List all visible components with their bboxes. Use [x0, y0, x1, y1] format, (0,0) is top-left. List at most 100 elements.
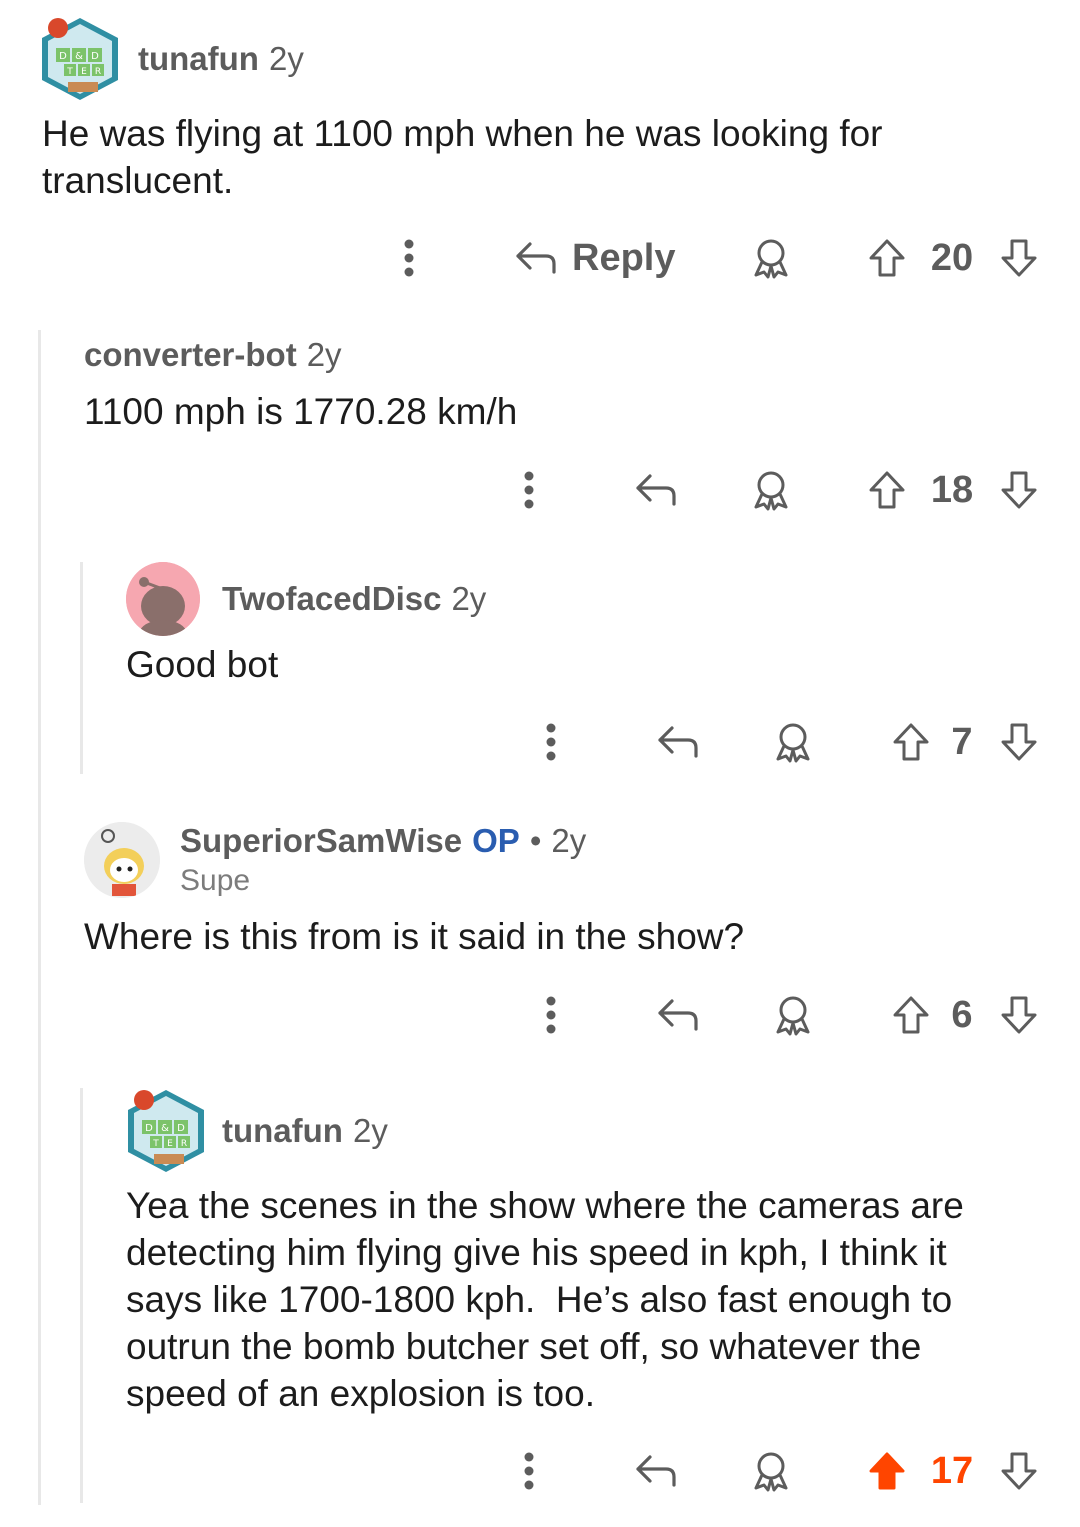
- upvote-icon: [869, 239, 905, 277]
- vote-count: 20: [922, 228, 982, 288]
- downvote-button[interactable]: [998, 460, 1040, 520]
- comment-age: 2y: [352, 1112, 388, 1149]
- comment-age: 2y: [451, 580, 487, 617]
- reply-button[interactable]: Reply: [514, 228, 675, 288]
- more-button[interactable]: [536, 985, 566, 1045]
- tile-letter: D: [91, 51, 99, 62]
- tile-letter: E: [81, 67, 87, 77]
- vote-count: 18: [922, 460, 982, 520]
- more-button[interactable]: [394, 228, 424, 288]
- tile-letter: E: [167, 1139, 173, 1149]
- upvote-button-active[interactable]: [866, 1441, 908, 1501]
- award-icon: [776, 723, 810, 763]
- tile-letter: &: [75, 51, 83, 62]
- comment-header: converter-bot 2y: [84, 336, 342, 374]
- username[interactable]: tunafun: [138, 40, 259, 78]
- comment-actions: 6: [0, 985, 1080, 1045]
- more-button[interactable]: [536, 712, 566, 772]
- award-button[interactable]: [748, 460, 794, 520]
- tile-letter: D: [59, 51, 67, 62]
- upvote-icon: [893, 996, 929, 1034]
- vote-count-label: 6: [951, 993, 973, 1036]
- reply-arrow-icon: [636, 1455, 676, 1487]
- comment-header: tunafun 2y: [222, 1112, 388, 1150]
- award-button[interactable]: [770, 712, 816, 772]
- reply-button[interactable]: [632, 460, 680, 520]
- comment-body: He was flying at 1100 mph when he was lo…: [42, 113, 883, 201]
- comment-age: 2y: [306, 336, 342, 373]
- more-button[interactable]: [514, 1441, 544, 1501]
- downvote-button[interactable]: [998, 712, 1040, 772]
- downvote-icon: [1001, 1452, 1037, 1490]
- tile-letter: T: [152, 1139, 159, 1149]
- reply-arrow-icon: [636, 474, 676, 506]
- vote-count-label: 7: [951, 720, 973, 763]
- award-button[interactable]: [770, 985, 816, 1045]
- username[interactable]: converter-bot: [84, 336, 297, 374]
- downvote-button[interactable]: [998, 985, 1040, 1045]
- tile-letter: R: [181, 1139, 187, 1149]
- award-icon: [754, 239, 788, 279]
- vote-count-label: 18: [930, 468, 974, 511]
- more-icon: [524, 471, 534, 509]
- comment-body: 1100 mph is 1770.28 km/h: [84, 391, 518, 432]
- downvote-icon: [1001, 996, 1037, 1034]
- downvote-button[interactable]: [998, 228, 1040, 288]
- tile-letter: D: [145, 1123, 153, 1134]
- vote-count: 6: [942, 985, 982, 1045]
- comment-age: 2y: [268, 40, 304, 77]
- user-flair: Supe: [180, 864, 251, 897]
- op-badge: OP: [472, 822, 520, 859]
- vote-count-label: 20: [930, 236, 974, 279]
- reply-button[interactable]: [654, 712, 702, 772]
- downvote-icon: [1001, 471, 1037, 509]
- comment-age: 2y: [551, 822, 587, 859]
- downvote-icon: [1001, 723, 1037, 761]
- comment-actions: 7: [0, 712, 1080, 772]
- avatar[interactable]: D & D T E R: [38, 14, 122, 104]
- separator-dot: •: [529, 822, 542, 859]
- comment-header: TwofacedDisc 2y: [222, 580, 486, 618]
- reply-button[interactable]: [632, 1441, 680, 1501]
- upvote-button[interactable]: [866, 228, 908, 288]
- comment-actions: Reply 20: [0, 228, 1080, 288]
- username[interactable]: SuperiorSamWise: [180, 822, 462, 860]
- vote-count-label: 17: [930, 1449, 974, 1492]
- vote-count: 7: [942, 712, 982, 772]
- more-icon: [546, 723, 556, 761]
- upvote-icon: [893, 723, 929, 761]
- username[interactable]: TwofacedDisc: [222, 580, 441, 618]
- upvote-button[interactable]: [866, 460, 908, 520]
- more-icon: [524, 1452, 534, 1490]
- comment-body: Yea the scenes in the show where the cam…: [126, 1185, 964, 1414]
- upvote-button[interactable]: [890, 985, 932, 1045]
- award-icon: [776, 996, 810, 1036]
- more-icon: [404, 239, 414, 277]
- avatar[interactable]: [84, 822, 160, 898]
- award-button[interactable]: [748, 1441, 794, 1501]
- more-button[interactable]: [514, 460, 544, 520]
- upvote-button[interactable]: [890, 712, 932, 772]
- tile-letter: &: [161, 1123, 169, 1134]
- comment-header: tunafun 2y: [138, 40, 304, 78]
- reply-arrow-icon: [658, 726, 698, 758]
- award-icon: [754, 1452, 788, 1492]
- username[interactable]: tunafun: [222, 1112, 343, 1150]
- upvote-icon: [869, 471, 905, 509]
- comment-actions: 17: [0, 1441, 1080, 1501]
- award-button[interactable]: [748, 228, 794, 288]
- upvote-icon: [869, 1452, 905, 1490]
- avatar[interactable]: [126, 562, 200, 636]
- comment-actions: 18: [0, 460, 1080, 520]
- downvote-button[interactable]: [998, 1441, 1040, 1501]
- comment-header: SuperiorSamWise OP • 2y: [180, 822, 586, 860]
- award-icon: [754, 471, 788, 511]
- reply-arrow-icon: [516, 242, 556, 274]
- reply-arrow-icon: [658, 999, 698, 1031]
- tile-letter: T: [66, 67, 73, 77]
- tile-letter: D: [177, 1123, 185, 1134]
- more-icon: [546, 996, 556, 1034]
- reply-button[interactable]: [654, 985, 702, 1045]
- downvote-icon: [1001, 239, 1037, 277]
- avatar[interactable]: D & D T E R: [124, 1086, 208, 1176]
